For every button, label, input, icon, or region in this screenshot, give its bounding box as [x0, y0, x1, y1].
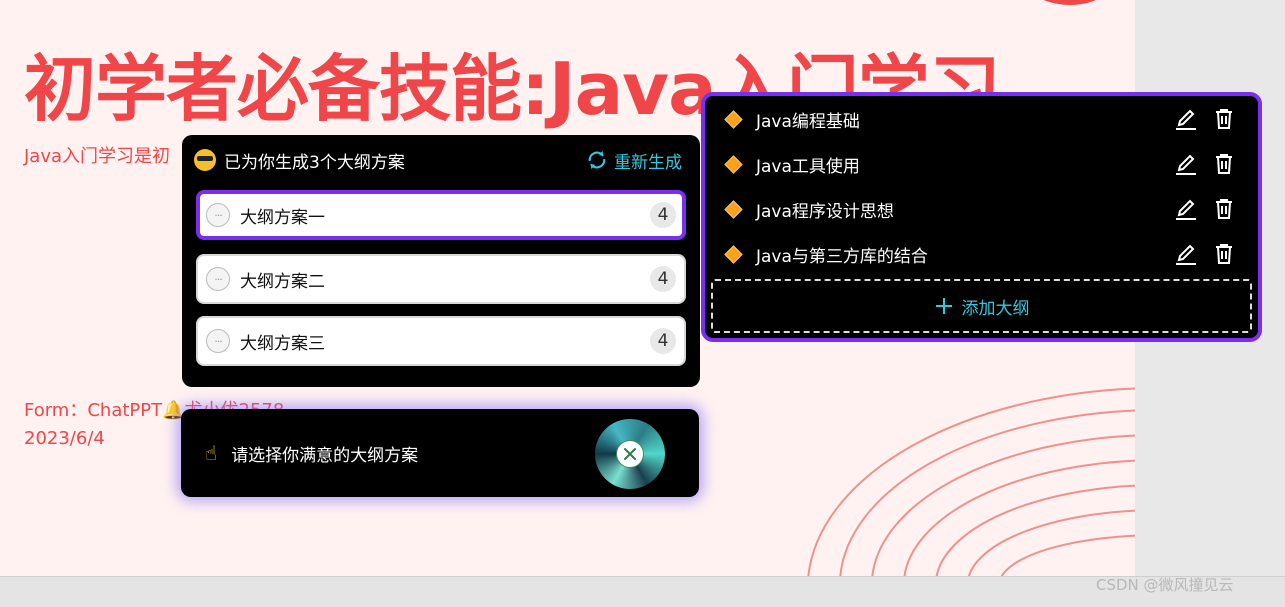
editor-bottom-bar: [0, 576, 1285, 607]
prompt-bar: ☝ 请选择你满意的大纲方案: [181, 409, 699, 497]
plan-item-label: 大纲方案一: [240, 207, 325, 228]
watermark: CSDN @微风撞见云: [1096, 576, 1234, 594]
outline-item-label: Java与第三方库的结合: [756, 246, 928, 267]
chat-bubble-icon: ···: [206, 267, 230, 291]
outline-item-label: Java程序设计思想: [756, 201, 894, 222]
edit-icon[interactable]: [1174, 107, 1198, 131]
close-icon: [616, 440, 644, 468]
trash-icon[interactable]: [1212, 242, 1236, 266]
plan-item-label: 大纲方案三: [240, 333, 325, 354]
trash-icon[interactable]: [1212, 197, 1236, 221]
plan-item-count: 4: [650, 328, 676, 354]
outline-item-label: Java编程基础: [756, 111, 860, 132]
chat-bubble-icon: ···: [206, 329, 230, 353]
refresh-icon: [588, 150, 606, 170]
plans-header: 已为你生成3个大纲方案 重新生成: [194, 147, 682, 173]
outline-item-actions: [1174, 152, 1236, 176]
prompt-content: ☝ 请选择你满意的大纲方案: [205, 409, 418, 497]
pointing-hand-icon: ☝: [205, 441, 218, 465]
outline-item[interactable]: Java编程基础: [723, 104, 1236, 134]
sunglasses-emoji-icon: [194, 149, 216, 171]
outline-item-actions: [1174, 197, 1236, 221]
diamond-icon: [724, 109, 743, 129]
edit-icon[interactable]: [1174, 242, 1198, 266]
outline-item[interactable]: Java工具使用: [723, 149, 1236, 179]
diamond-icon: [724, 244, 743, 264]
plan-item-3[interactable]: ··· 大纲方案三 4: [196, 316, 686, 366]
plus-icon: [935, 298, 952, 314]
outline-item[interactable]: Java程序设计思想: [723, 194, 1236, 224]
decorative-circle: [1010, 0, 1130, 5]
plan-item-count: 4: [650, 202, 676, 228]
trash-icon[interactable]: [1212, 107, 1236, 131]
outline-plans-panel: 已为你生成3个大纲方案 重新生成 ··· 大纲方案一 4 ··· 大纲方案二 4…: [182, 135, 700, 387]
plans-header-text: 已为你生成3个大纲方案: [224, 152, 405, 173]
prompt-text: 请选择你满意的大纲方案: [231, 445, 419, 466]
close-button[interactable]: [595, 419, 665, 489]
regenerate-label: 重新生成: [614, 152, 682, 173]
regenerate-button[interactable]: 重新生成: [586, 148, 682, 173]
decorative-arcs: [807, 387, 1135, 576]
trash-icon[interactable]: [1212, 152, 1236, 176]
diamond-icon: [724, 154, 743, 174]
plan-item-count: 4: [650, 266, 676, 292]
add-outline-label: 添加大纲: [961, 298, 1030, 319]
outline-panel: Java编程基础 Java工具使用 Java程序设计思想 Java与第三方库的结…: [701, 92, 1262, 342]
plans-header-left: 已为你生成3个大纲方案: [194, 148, 405, 173]
chat-bubble-icon: ···: [206, 203, 230, 227]
plan-item-label: 大纲方案二: [240, 271, 325, 292]
edit-icon[interactable]: [1174, 197, 1198, 221]
outline-item-actions: [1174, 242, 1236, 266]
slide-subtitle: Java入门学习是初: [24, 146, 171, 167]
diamond-icon: [724, 199, 743, 219]
outline-item[interactable]: Java与第三方库的结合: [723, 239, 1236, 269]
plan-item-2[interactable]: ··· 大纲方案二 4: [196, 254, 686, 304]
add-outline-button[interactable]: 添加大纲: [711, 279, 1252, 333]
slide-date: 2023/6/4: [24, 428, 105, 449]
outline-item-label: Java工具使用: [756, 156, 860, 177]
edit-icon[interactable]: [1174, 152, 1198, 176]
plan-item-1[interactable]: ··· 大纲方案一 4: [196, 190, 686, 240]
outline-item-actions: [1174, 107, 1236, 131]
